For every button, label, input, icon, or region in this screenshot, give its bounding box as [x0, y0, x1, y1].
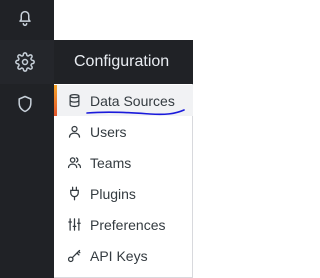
side-navigation — [0, 0, 54, 278]
menu-title[interactable]: Configuration — [54, 40, 193, 84]
users-icon — [66, 155, 82, 171]
menu-item-api-keys[interactable]: API Keys — [54, 240, 193, 271]
gear-icon[interactable] — [10, 47, 40, 77]
menu-item-plugins[interactable]: Plugins — [54, 178, 193, 209]
key-icon — [66, 248, 82, 264]
menu-item-label: Data Sources — [90, 92, 175, 109]
bell-icon[interactable] — [10, 2, 40, 32]
menu-item-label: API Keys — [90, 247, 148, 264]
menu-item-data-sources[interactable]: Data Sources — [54, 85, 193, 116]
database-icon — [66, 93, 82, 109]
sliders-icon — [66, 217, 82, 233]
menu-item-label: Preferences — [90, 216, 166, 233]
shield-icon[interactable] — [10, 89, 40, 119]
configuration-dropdown-menu: Configuration Data Sources Users Teams P… — [54, 40, 193, 278]
user-icon — [66, 124, 82, 140]
menu-item-teams[interactable]: Teams — [54, 147, 193, 178]
menu-item-label: Plugins — [90, 185, 136, 202]
menu-item-users[interactable]: Users — [54, 116, 193, 147]
menu-item-label: Users — [90, 123, 127, 140]
menu-item-label: Teams — [90, 154, 132, 171]
menu-item-preferences[interactable]: Preferences — [54, 209, 193, 240]
plug-icon — [66, 186, 82, 202]
